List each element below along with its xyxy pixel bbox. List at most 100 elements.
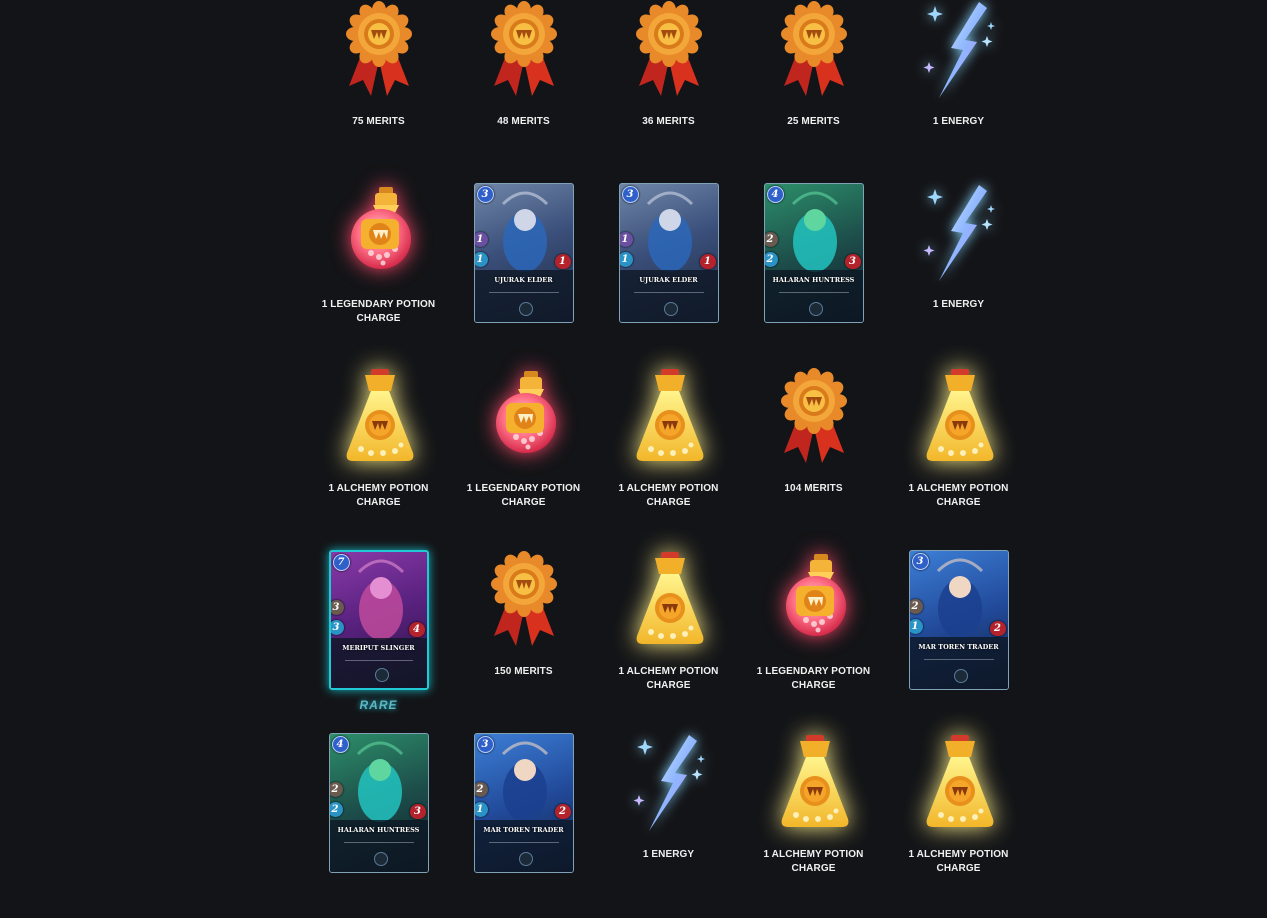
reward-art-wrap: [596, 0, 741, 100]
speed-badge: 2: [329, 802, 343, 817]
reward-alchemy[interactable]: 1 ALCHEMY POTION CHARGE: [596, 367, 741, 550]
reward-card-martoren[interactable]: 3 2 1 2 MAR TOREN TRADER: [451, 733, 596, 916]
reward-alchemy[interactable]: 1 ALCHEMY POTION CHARGE: [886, 367, 1031, 550]
reward-energy[interactable]: 1 ENERGY: [886, 0, 1031, 183]
card-name: UJURAK ELDER: [639, 276, 698, 284]
reward-label: 48 MERITS: [497, 116, 550, 127]
reward-label: 1 ENERGY: [642, 849, 695, 860]
monster-card[interactable]: 7 3 3 4 MERIPUT SLINGER: [328, 550, 429, 690]
card-divider: [488, 292, 559, 293]
monster-card[interactable]: 3 1 1 1 UJURAK ELDER: [473, 183, 574, 323]
mana-cost-badge: 4: [331, 736, 349, 753]
alchemy-potion-icon: [917, 367, 1001, 472]
reward-merit[interactable]: 25 MERITS: [741, 0, 886, 183]
attack-badge: 2: [764, 232, 778, 247]
attack-badge: 2: [909, 599, 923, 614]
reward-energy[interactable]: 1 ENERGY: [596, 733, 741, 916]
ability-icon: [373, 852, 388, 866]
card-divider: [488, 842, 559, 843]
reward-label: 104 MERITS: [784, 483, 843, 494]
card-divider: [344, 660, 413, 661]
merit-medal-icon: [486, 550, 562, 655]
attack-badge: 1: [619, 232, 633, 247]
reward-card-ujurak[interactable]: 3 1 1 1 UJURAK ELDER: [451, 183, 596, 366]
reward-label: 25 MERITS: [787, 116, 840, 127]
card-art-wrap: 3 2 1 2 MAR TOREN TRADER: [886, 550, 1031, 692]
card-name: MAR TOREN TRADER: [483, 826, 564, 834]
ability-icon: [518, 302, 533, 316]
card-art-wrap: 3 1 1 1 UJURAK ELDER: [451, 183, 596, 325]
health-badge: 1: [554, 254, 571, 269]
reward-art-wrap: [306, 367, 451, 467]
reward-art-wrap: [741, 0, 886, 100]
health-badge: 4: [408, 622, 425, 637]
reward-alchemy[interactable]: 1 ALCHEMY POTION CHARGE: [596, 550, 741, 733]
reward-merit[interactable]: 36 MERITS: [596, 0, 741, 183]
reward-card-meriput[interactable]: 7 3 3 4 MERIPUT SLINGER RARE: [306, 550, 451, 733]
reward-alchemy[interactable]: 1 ALCHEMY POTION CHARGE: [741, 733, 886, 916]
card-name: UJURAK ELDER: [494, 276, 553, 284]
monster-card[interactable]: 3 2 1 2 MAR TOREN TRADER: [908, 550, 1009, 690]
energy-bolt-icon: [921, 0, 997, 105]
card-divider: [923, 659, 994, 660]
alchemy-potion-icon: [917, 733, 1001, 838]
reward-art-wrap: [596, 367, 741, 467]
card-art-wrap: 4 2 2 3 HALARAN HUNTRESS: [306, 733, 451, 875]
reward-art-wrap: [306, 0, 451, 100]
reward-card-martoren[interactable]: 3 2 1 2 MAR TOREN TRADER: [886, 550, 1031, 733]
monster-card[interactable]: 3 1 1 1 UJURAK ELDER: [618, 183, 719, 323]
reward-merit[interactable]: 150 MERITS: [451, 550, 596, 733]
reward-merit[interactable]: 104 MERITS: [741, 367, 886, 550]
reward-merit[interactable]: 75 MERITS: [306, 0, 451, 183]
card-art-wrap: 7 3 3 4 MERIPUT SLINGER: [306, 550, 451, 692]
reward-label: 1 ENERGY: [932, 299, 985, 310]
reward-legendary[interactable]: 1 LEGENDARY POTION CHARGE: [451, 367, 596, 550]
ability-icon: [953, 669, 968, 683]
reward-card-halaran[interactable]: 4 2 2 3 HALARAN HUNTRESS: [306, 733, 451, 916]
health-badge: 3: [844, 254, 861, 269]
reward-alchemy[interactable]: 1 ALCHEMY POTION CHARGE: [886, 733, 1031, 916]
reward-alchemy[interactable]: 1 ALCHEMY POTION CHARGE: [306, 367, 451, 550]
energy-bolt-icon: [921, 183, 997, 288]
ability-icon: [374, 668, 389, 682]
card-divider: [633, 292, 704, 293]
reward-label: 1 ALCHEMY POTION CHARGE: [328, 483, 429, 508]
health-badge: 2: [554, 804, 571, 819]
merit-medal-icon: [486, 0, 562, 105]
card-name: HALARAN HUNTRESS: [337, 826, 420, 834]
monster-card[interactable]: 3 2 1 2 MAR TOREN TRADER: [473, 733, 574, 873]
health-badge: 3: [409, 804, 426, 819]
reward-label: 150 MERITS: [494, 666, 553, 677]
speed-badge: 1: [909, 619, 923, 634]
merit-medal-icon: [341, 0, 417, 105]
reward-art-wrap: [596, 733, 741, 833]
monster-card[interactable]: 4 2 2 3 HALARAN HUNTRESS: [328, 733, 429, 873]
reward-label: 1 ALCHEMY POTION CHARGE: [618, 483, 719, 508]
reward-art-wrap: [886, 367, 1031, 467]
alchemy-potion-icon: [337, 367, 421, 472]
reward-label: 36 MERITS: [642, 116, 695, 127]
reward-art-wrap: [451, 367, 596, 467]
reward-label: 1 ALCHEMY POTION CHARGE: [763, 849, 864, 874]
reward-art-wrap: [886, 733, 1031, 833]
reward-card-ujurak[interactable]: 3 1 1 1 UJURAK ELDER: [596, 183, 741, 366]
reward-art-wrap: [886, 183, 1031, 283]
speed-badge: 3: [330, 620, 344, 635]
reward-label: 1 LEGENDARY POTION CHARGE: [466, 483, 581, 508]
rarity-label: RARE: [359, 698, 398, 712]
ability-icon: [663, 302, 678, 316]
reward-art-wrap: [306, 183, 451, 283]
reward-energy[interactable]: 1 ENERGY: [886, 183, 1031, 366]
speed-badge: 1: [474, 252, 488, 267]
reward-art-wrap: [451, 550, 596, 650]
merit-medal-icon: [776, 367, 852, 472]
reward-legendary[interactable]: 1 LEGENDARY POTION CHARGE: [741, 550, 886, 733]
reward-card-halaran[interactable]: 4 2 2 3 HALARAN HUNTRESS: [741, 183, 886, 366]
monster-card[interactable]: 4 2 2 3 HALARAN HUNTRESS: [763, 183, 864, 323]
reward-merit[interactable]: 48 MERITS: [451, 0, 596, 183]
reward-legendary[interactable]: 1 LEGENDARY POTION CHARGE: [306, 183, 451, 366]
ability-icon: [518, 852, 533, 866]
card-name: HALARAN HUNTRESS: [772, 276, 855, 284]
speed-badge: 1: [619, 252, 633, 267]
reward-label: 1 LEGENDARY POTION CHARGE: [756, 666, 871, 691]
